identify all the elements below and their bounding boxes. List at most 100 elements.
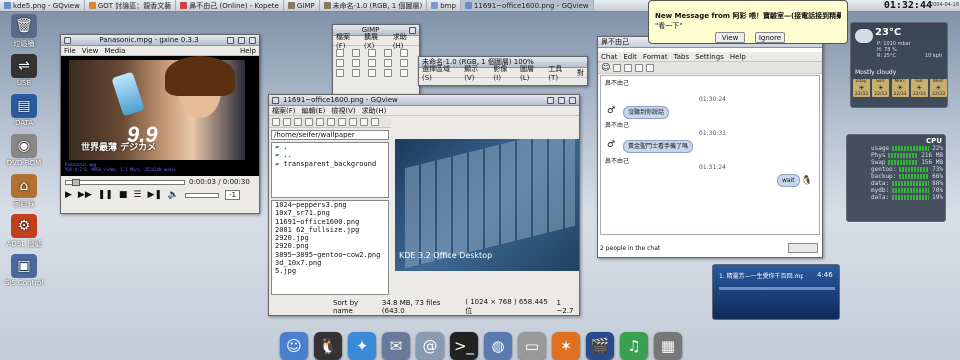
volume-icon[interactable]: 🔈	[168, 190, 179, 200]
list-item[interactable]: 2001 62_fullsize.jpg	[272, 226, 388, 234]
taskbar-item[interactable]: bmp	[427, 0, 461, 11]
list-item[interactable]: 2920.jpg	[272, 234, 388, 242]
list-item[interactable]: ▰ transparent_background	[272, 160, 388, 168]
minimize-icon[interactable]	[547, 96, 554, 104]
desktop-icon[interactable]: ▤ DATA	[0, 94, 48, 127]
desktop-icon[interactable]: ⌂ 家目錄	[0, 174, 48, 209]
music-icon[interactable]: ♫	[620, 332, 648, 360]
gimp-image-menu-select[interactable]: 選擇區域(S)	[422, 64, 458, 82]
fast-forward-icon[interactable]: ▶▶	[78, 190, 92, 200]
safari-icon[interactable]: ✦	[348, 332, 376, 360]
chat-menu-format[interactable]: Format	[643, 53, 668, 61]
gimp-image-menu-tools[interactable]: 工具(T)	[548, 64, 571, 82]
rotate-icon[interactable]	[400, 59, 408, 67]
ellipse-select-icon[interactable]	[352, 49, 360, 57]
desktop-icon[interactable]: 🗑 垃圾桶	[0, 14, 48, 49]
list-item[interactable]: 3895~3895~gentoo~cow2.png	[272, 251, 388, 259]
block-icon[interactable]	[624, 63, 633, 72]
taskbar-item[interactable]: GOT 討論區：靚香文藝	[85, 0, 177, 11]
chat-menu-edit[interactable]: Edit	[623, 53, 637, 61]
volume-slider[interactable]	[185, 192, 220, 198]
music-progress[interactable]	[719, 287, 835, 290]
list-item[interactable]: 5.jpg	[272, 267, 388, 275]
mail-icon[interactable]: ✉	[382, 332, 410, 360]
video-area[interactable]: 9.9 世界最薄 デジカメ Panasonic.mpg YUV 4:2:0, M…	[61, 56, 259, 176]
move-icon[interactable]	[336, 59, 344, 67]
taskbar-item[interactable]: GIMP	[284, 0, 320, 11]
list-item[interactable]: ▰ .	[272, 143, 388, 151]
gqview-menu-help[interactable]: 求助(H)	[362, 106, 387, 116]
lasso-icon[interactable]	[368, 49, 376, 57]
xine-menu-view[interactable]: View	[82, 47, 99, 55]
chat-menu-settings[interactable]: Settings	[695, 53, 724, 61]
xine-menu-help[interactable]: Help	[240, 47, 256, 55]
close-icon[interactable]	[569, 96, 576, 104]
terminal-icon[interactable]: >_	[450, 332, 478, 360]
path-field[interactable]: /home/seifer/wallpaper	[271, 130, 389, 140]
refresh-icon[interactable]	[349, 117, 357, 126]
penguin-icon[interactable]: 🐧	[314, 332, 342, 360]
taskbar-item[interactable]: 11691~office1600.png - GQview	[460, 0, 594, 11]
gqview-titlebar[interactable]: 11691~office1600.png - GQview	[269, 95, 579, 106]
scissors-icon[interactable]	[400, 49, 408, 57]
maximize-icon[interactable]	[558, 96, 565, 104]
send-file-icon[interactable]	[613, 63, 622, 72]
list-item[interactable]: 1024~peppers3.png	[272, 201, 388, 209]
gradient-icon[interactable]	[368, 69, 376, 77]
desktop-icon[interactable]: ⚙ ADSL 撥號	[0, 214, 48, 249]
gimp-image-menu-image[interactable]: 影像(I)	[493, 64, 514, 82]
network-icon[interactable]: ◍	[484, 332, 512, 360]
list-item[interactable]: 10x7_sr71.png	[272, 209, 388, 217]
gimp-menu-help[interactable]: 求助(H)	[393, 32, 416, 50]
chat-menu-chat[interactable]: Chat	[601, 53, 617, 61]
gqview-menu-edit[interactable]: 編輯(E)	[302, 106, 326, 116]
gimp-menu-ext[interactable]: 擴展(X)	[364, 32, 387, 50]
gqview-menu-file[interactable]: 檔案(F)	[272, 106, 296, 116]
xine-titlebar[interactable]: Panasonic.mpg - gxine 0.3.3	[61, 35, 259, 46]
zoom-icon[interactable]	[352, 59, 360, 67]
invite-icon[interactable]	[635, 63, 644, 72]
messenger-icon[interactable]: ✶	[552, 332, 580, 360]
chat-menu-help[interactable]: Help	[730, 53, 746, 61]
volume-box[interactable]: -1	[225, 190, 241, 200]
harddisk-icon[interactable]: ▭	[518, 332, 546, 360]
brush-icon[interactable]	[400, 69, 408, 77]
photo-icon[interactable]	[646, 63, 655, 72]
list-item[interactable]: 11691~office1600.png	[272, 218, 388, 226]
window-menu-icon[interactable]	[64, 36, 71, 44]
gimp-image-menu-more[interactable]: 對	[577, 68, 584, 78]
finder-icon[interactable]: ☺	[280, 332, 308, 360]
at-icon[interactable]: @	[416, 332, 444, 360]
crop-icon[interactable]	[384, 59, 392, 67]
taskbar-item[interactable]: kde5.png - GQview	[0, 0, 85, 11]
image-view[interactable]: KDE 3.2 Office Desktop	[395, 139, 579, 271]
view-button[interactable]: View	[715, 32, 745, 43]
seek-handle[interactable]	[72, 178, 80, 186]
rect-select-icon[interactable]	[336, 49, 344, 57]
next-icon[interactable]: ▶❚	[147, 190, 161, 200]
xine-menu-media[interactable]: Media	[104, 47, 125, 55]
thumbnails-icon[interactable]	[272, 117, 280, 126]
list-item[interactable]: 3d_10x7.png	[272, 259, 388, 267]
zoom-in-icon[interactable]	[305, 117, 313, 126]
directory-list[interactable]: ▰ . ▰ .. ▰ transparent_background	[271, 142, 389, 198]
ignore-button[interactable]: Ignore	[755, 32, 785, 43]
tools-icon[interactable]	[360, 117, 368, 126]
bucket-icon[interactable]	[352, 69, 360, 77]
minimize-icon[interactable]	[227, 36, 234, 44]
taskbar-item[interactable]: 鼻不由己 (Online) - Kopete	[176, 0, 284, 11]
chat-send-button[interactable]	[788, 243, 818, 253]
measure-icon[interactable]	[368, 59, 376, 67]
gimp-menu-file[interactable]: 檔案(F)	[336, 32, 358, 50]
play-icon[interactable]: ▶	[65, 190, 72, 200]
text-icon[interactable]	[336, 69, 344, 77]
taskbar-item[interactable]: 未命名-1.0 (RGB, 1 個圖層)	[320, 0, 428, 11]
magic-wand-icon[interactable]	[384, 49, 392, 57]
desktop-icon[interactable]: ◉ DVD-ROM	[0, 134, 48, 167]
window-menu-icon[interactable]	[272, 96, 279, 104]
maximize-icon[interactable]	[238, 36, 245, 44]
close-icon[interactable]	[371, 117, 379, 126]
zoom-fit-icon[interactable]	[327, 117, 335, 126]
desktop-icon[interactable]: ⇌ USB	[0, 54, 48, 87]
up-icon[interactable]	[294, 117, 302, 126]
